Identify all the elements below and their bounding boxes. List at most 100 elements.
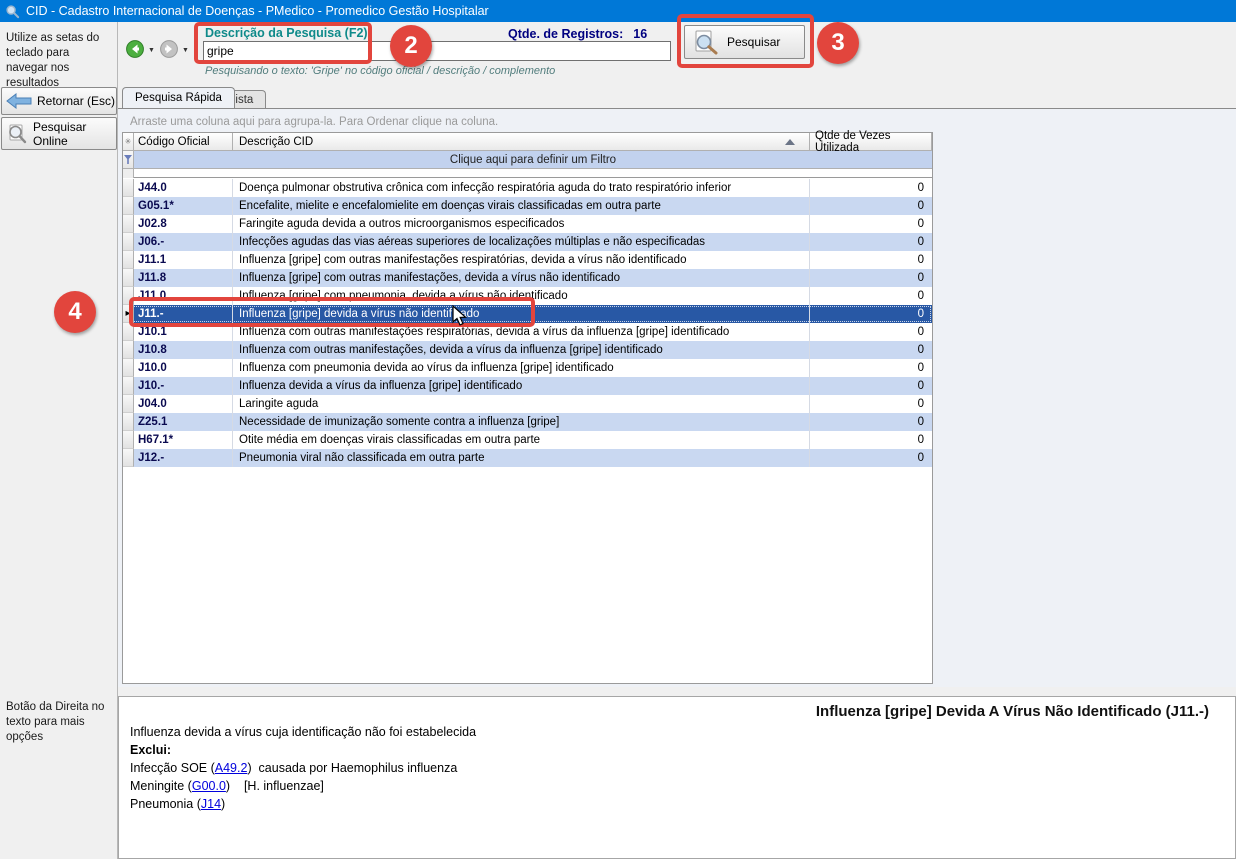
cid-code: J11.0	[134, 287, 233, 305]
title-bar: CID - Cadastro Internacional de Doenças …	[0, 0, 1236, 22]
filter-row[interactable]: Clique aqui para definir um Filtro	[123, 151, 932, 169]
search-field-label: Descrição da Pesquisa (F2)	[205, 26, 368, 40]
row-indicator	[123, 431, 134, 449]
table-row[interactable]: Z25.1Necessidade de imunização somente c…	[123, 413, 932, 431]
cid-code: J11.-	[134, 305, 233, 323]
table-row[interactable]: J04.0Laringite aguda0	[123, 395, 932, 413]
column-header-descricao[interactable]: Descrição CID	[233, 133, 810, 151]
filter-funnel-icon	[123, 151, 134, 169]
cid-code-link[interactable]: G00.0	[192, 779, 226, 793]
tab-strip: Pesquisa Rápida Lista	[118, 87, 1236, 108]
search-online-button[interactable]: Pesquisar Online	[1, 117, 117, 150]
search-button[interactable]: Pesquisar	[684, 25, 805, 59]
table-row[interactable]: J44.0Doença pulmonar obstrutiva crônica …	[123, 179, 932, 197]
search-document-icon	[693, 29, 719, 55]
exclusion-text: )	[221, 797, 225, 811]
table-row[interactable]: J12.-Pneumonia viral não classificada em…	[123, 449, 932, 467]
usage-count: 0	[810, 431, 932, 449]
exclusion-text: ) [H. influenzae]	[226, 779, 324, 793]
right-click-hint-text: Botão da Direita no texto para mais opçõ…	[6, 700, 110, 745]
window-title: CID - Cadastro Internacional de Doenças …	[26, 4, 489, 18]
table-row[interactable]: J10.-Influenza devida a vírus da influen…	[123, 377, 932, 395]
row-indicator	[123, 251, 134, 269]
row-indicator	[123, 359, 134, 377]
cid-description: Influenza [gripe] devida a vírus não ide…	[233, 305, 810, 323]
group-by-hint: Arraste uma coluna aqui para agrupa-la. …	[130, 116, 498, 128]
usage-count: 0	[810, 413, 932, 431]
row-indicator	[123, 179, 134, 197]
cid-description: Influenza com outras manifestações, devi…	[233, 341, 810, 359]
table-row[interactable]: ▸J11.-Influenza [gripe] devida a vírus n…	[123, 305, 932, 323]
tab-label: Pesquisa Rápida	[135, 92, 222, 104]
cid-code: Z25.1	[134, 413, 233, 431]
nav-back-dropdown-icon[interactable]: ▼	[148, 47, 155, 54]
exclusion-text: Meningite (	[130, 779, 192, 793]
annotation-badge-2: 2	[390, 25, 432, 67]
keyboard-hint-text: Utilize as setas do teclado para navegar…	[6, 31, 114, 91]
sort-ascending-icon	[785, 139, 795, 145]
table-row[interactable]: J02.8Faringite aguda devida a outros mic…	[123, 215, 932, 233]
row-indicator	[123, 341, 134, 359]
cid-description: Influenza [gripe] com pneumonia, devida …	[233, 287, 810, 305]
tab-page: Arraste uma coluna aqui para agrupa-la. …	[118, 108, 1236, 687]
cid-description: Pneumonia viral não classificada em outr…	[233, 449, 810, 467]
cid-description: Influenza com pneumonia devida ao vírus …	[233, 359, 810, 377]
application-window: CID - Cadastro Internacional de Doenças …	[0, 0, 1236, 859]
cid-code: J04.0	[134, 395, 233, 413]
usage-count: 0	[810, 233, 932, 251]
record-count: Qtde. de Registros:16	[508, 27, 647, 41]
searching-hint-text: Pesquisando o texto: 'Gripe' no código o…	[205, 65, 555, 77]
usage-count: 0	[810, 269, 932, 287]
search-online-button-label: Pesquisar Online	[33, 120, 116, 148]
detail-description: Influenza devida a vírus cuja identifica…	[130, 723, 830, 741]
detail-title: Influenza [gripe] Devida A Vírus Não Ide…	[816, 703, 1209, 720]
usage-count: 0	[810, 359, 932, 377]
table-row[interactable]: H67.1*Otite média em doenças virais clas…	[123, 431, 932, 449]
cid-description: Doença pulmonar obstrutiva crônica com i…	[233, 179, 810, 197]
cid-code: H67.1*	[134, 431, 233, 449]
return-button[interactable]: Retornar (Esc)	[1, 87, 117, 115]
tab-pesquisa-rapida[interactable]: Pesquisa Rápida	[122, 87, 235, 108]
table-row[interactable]: J10.0Influenza com pneumonia devida ao v…	[123, 359, 932, 377]
search-input[interactable]	[203, 41, 671, 61]
cid-code-link[interactable]: A49.2	[215, 761, 248, 775]
row-indicator	[123, 323, 134, 341]
exclusion-text: Pneumonia (	[130, 797, 201, 811]
column-header-codigo[interactable]: Código Oficial	[134, 133, 233, 151]
row-indicator	[123, 269, 134, 287]
cid-code-link[interactable]: J14	[201, 797, 221, 811]
cid-description: Influenza com outras manifestações respi…	[233, 323, 810, 341]
detail-body[interactable]: Influenza devida a vírus cuja identifica…	[130, 723, 830, 813]
exclusion-text: Infecção SOE (	[130, 761, 215, 775]
table-row[interactable]: J06.-Infecções agudas das vias aéreas su…	[123, 233, 932, 251]
table-row[interactable]: J10.8Influenza com outras manifestações,…	[123, 341, 932, 359]
annotation-badge-4: 4	[54, 291, 96, 333]
table-row[interactable]: J11.8Influenza [gripe] com outras manife…	[123, 269, 932, 287]
row-indicator	[123, 287, 134, 305]
detail-panel: Influenza [gripe] Devida A Vírus Não Ide…	[118, 696, 1236, 859]
row-indicator	[123, 449, 134, 467]
column-header-qtde[interactable]: Qtde de Vezes Utilizada	[810, 133, 932, 151]
column-header-label: Descrição CID	[239, 136, 313, 148]
usage-count: 0	[810, 251, 932, 269]
grid-new-row-strip	[123, 169, 932, 178]
magnifier-icon	[6, 123, 28, 145]
search-toolbar: ▼ ▼ Descrição da Pesquisa (F2) Qtde. de …	[118, 22, 1236, 86]
nav-back-button[interactable]	[126, 40, 144, 58]
grid-new-row-indicator	[123, 169, 134, 178]
table-row[interactable]: J11.0Influenza [gripe] com pneumonia, de…	[123, 287, 932, 305]
nav-forward-dropdown-icon[interactable]: ▼	[182, 47, 189, 54]
usage-count: 0	[810, 305, 932, 323]
usage-count: 0	[810, 215, 932, 233]
back-arrow-icon	[6, 93, 32, 109]
table-row[interactable]: J11.1Influenza [gripe] com outras manife…	[123, 251, 932, 269]
exclusion-lines: Infecção SOE (A49.2) causada por Haemoph…	[130, 759, 830, 813]
exclusion-line: Pneumonia (J14)	[130, 795, 830, 813]
cid-description: Encefalite, mielite e encefalomielite em…	[233, 197, 810, 215]
nav-forward-button[interactable]	[160, 40, 178, 58]
table-row[interactable]: G05.1*Encefalite, mielite e encefalomiel…	[123, 197, 932, 215]
usage-count: 0	[810, 323, 932, 341]
table-row[interactable]: J10.1Influenza com outras manifestações …	[123, 323, 932, 341]
row-indicator	[123, 395, 134, 413]
cid-code: J11.8	[134, 269, 233, 287]
